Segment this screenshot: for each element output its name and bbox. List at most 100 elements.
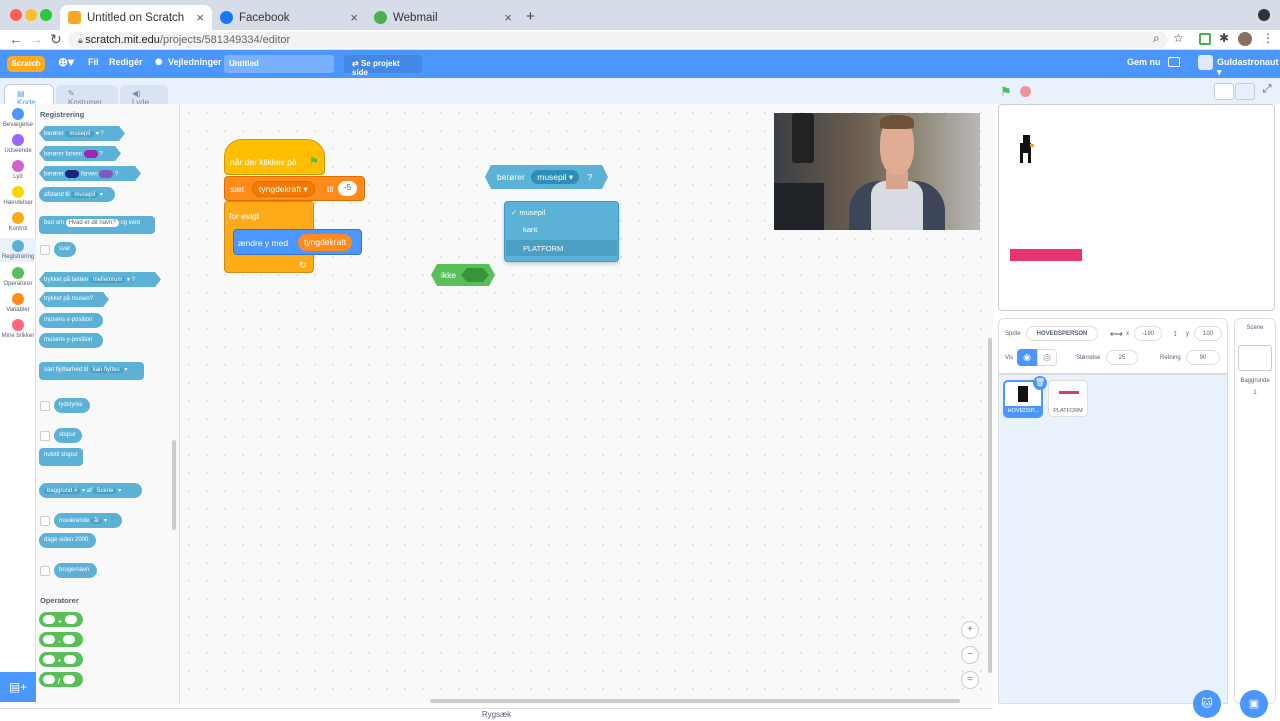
- fullscreen-icon[interactable]: ⤢: [1258, 83, 1276, 100]
- timer-checkbox[interactable]: [40, 431, 50, 441]
- answer-reporter[interactable]: svar: [54, 242, 76, 257]
- see-project-button[interactable]: ⇄ Se projekt side: [344, 55, 422, 77]
- user-menu[interactable]: Guldastronaut ▾: [1217, 57, 1280, 78]
- category-control[interactable]: Kontrol: [0, 212, 36, 232]
- browser-tab-facebook[interactable]: Facebook ×: [212, 5, 366, 30]
- maximize-window-icon[interactable]: [40, 9, 52, 21]
- timer-reporter[interactable]: stopur: [54, 428, 82, 443]
- current-checkbox[interactable]: [40, 516, 50, 526]
- current-year-reporter[interactable]: nuværende år ▾: [54, 513, 122, 528]
- workspace-vertical-scrollbar[interactable]: [988, 338, 992, 673]
- key-pressed-block[interactable]: trykket på tasten mellemrum ▾ ?: [39, 272, 161, 287]
- reload-icon[interactable]: ↻: [50, 31, 62, 48]
- zoom-lens-icon[interactable]: ⌕: [1153, 31, 1160, 46]
- large-stage-icon[interactable]: [1235, 83, 1255, 100]
- add-sprite-cat-icon[interactable]: 🐱︎: [1193, 690, 1221, 718]
- green-flag-run-icon[interactable]: ⚑: [1000, 84, 1012, 100]
- category-motion[interactable]: Bevægelse: [0, 108, 36, 128]
- show-sprite-eye-icon[interactable]: ◉: [1017, 349, 1037, 366]
- browser-tab-scratch[interactable]: Untitled on Scratch ×: [60, 5, 212, 30]
- not-slot[interactable]: [461, 268, 489, 282]
- username-reporter[interactable]: brugernavn: [54, 563, 97, 578]
- menu-file[interactable]: Fil: [88, 57, 99, 67]
- dropdown-option-edge[interactable]: kant: [523, 225, 537, 234]
- set-value-input[interactable]: -5: [338, 181, 358, 196]
- color-touching-block[interactable]: berører farven ?: [39, 166, 141, 181]
- y-position-input[interactable]: 100: [1194, 326, 1222, 341]
- set-variable-block[interactable]: sæt tyngdekraft ▾ til -5: [224, 176, 365, 201]
- stop-icon[interactable]: [1020, 86, 1031, 97]
- category-my-blocks[interactable]: Mine brikker: [0, 319, 36, 339]
- username-checkbox[interactable]: [40, 566, 50, 576]
- mouse-y-reporter[interactable]: musens y-position: [39, 333, 103, 348]
- category-looks[interactable]: Udseende: [0, 134, 36, 154]
- set-drag-mode-block[interactable]: sæt flytbarhed til kan flyttes ▾: [39, 362, 144, 380]
- days-since-reporter[interactable]: dage siden 2000: [39, 533, 96, 548]
- touching-menu[interactable]: musepil ▾: [531, 170, 579, 184]
- hide-sprite-eye-icon[interactable]: ◎: [1037, 349, 1057, 366]
- distance-to-block[interactable]: afstand til musepil ▾: [39, 187, 115, 202]
- loudness-checkbox[interactable]: [40, 401, 50, 411]
- category-sensing[interactable]: Registrering: [0, 238, 36, 262]
- mouse-down-block[interactable]: trykket på musen?: [39, 292, 109, 307]
- not-operator-block[interactable]: ikke: [431, 264, 495, 286]
- tab-costumes[interactable]: ✎ Kostumer: [56, 85, 118, 107]
- category-variables[interactable]: Variabler: [0, 293, 36, 313]
- divide-operator-block[interactable]: /: [39, 672, 83, 687]
- puzzle-extensions-icon[interactable]: ✱: [1219, 31, 1229, 45]
- touching-color-block[interactable]: berører farven ?: [39, 146, 121, 161]
- backdrop-of-block[interactable]: baggrund # ▾ af Scene ▾: [39, 483, 142, 498]
- scratch-logo[interactable]: Scratch: [7, 56, 45, 72]
- palette-scrollbar[interactable]: [172, 440, 176, 530]
- browser-menu-icon[interactable]: [1258, 9, 1270, 21]
- add-backdrop-icon[interactable]: ▣: [1240, 690, 1268, 718]
- more-icon[interactable]: ⋮: [1262, 31, 1274, 45]
- when-flag-clicked-hat[interactable]: når der klikkes på ⚑: [224, 139, 325, 175]
- delete-sprite-icon[interactable]: 🗑︎: [1033, 376, 1047, 390]
- close-tab-icon[interactable]: ×: [196, 10, 204, 25]
- touching-floating-block[interactable]: berører musepil ▾ ?: [485, 165, 608, 189]
- backdrop-thumb[interactable]: [1238, 345, 1272, 371]
- browser-tab-webmail[interactable]: Webmail ×: [366, 5, 520, 30]
- workspace-horizontal-scrollbar[interactable]: [430, 699, 960, 703]
- project-title-input[interactable]: Untitled: [224, 55, 334, 73]
- touching-block[interactable]: berører musepil ▾ ?: [39, 126, 125, 141]
- category-sound[interactable]: Lyd: [0, 160, 36, 180]
- url-field[interactable]: 🔒︎ scratch.mit.edu/projects/581349334/ed…: [68, 32, 1168, 48]
- add-operator-block[interactable]: +: [39, 612, 83, 627]
- dropdown-option-platform[interactable]: PLATFORM: [506, 240, 617, 256]
- tutorials-bulb-icon[interactable]: ✺: [155, 57, 163, 68]
- close-tab-icon[interactable]: ×: [504, 10, 512, 25]
- change-y-block[interactable]: ændre y med tyngdekraft: [233, 229, 362, 255]
- mouse-x-reporter[interactable]: musens x-position: [39, 313, 103, 328]
- dropdown-option-mouse[interactable]: ✓ musepil: [511, 208, 545, 217]
- close-window-icon[interactable]: [10, 9, 22, 21]
- language-globe-icon[interactable]: ⊕▾: [58, 55, 74, 69]
- minimize-window-icon[interactable]: [25, 9, 37, 21]
- tab-code[interactable]: ▤ Kode: [4, 84, 54, 107]
- gravity-variable-reporter[interactable]: tyngdekraft: [298, 234, 353, 251]
- multiply-operator-block[interactable]: *: [39, 652, 83, 667]
- new-tab-icon[interactable]: +: [526, 8, 535, 25]
- user-avatar[interactable]: [1198, 55, 1213, 70]
- variable-dropdown[interactable]: tyngdekraft ▾: [252, 181, 315, 197]
- extension-icon[interactable]: [1199, 33, 1211, 45]
- bookmark-star-icon[interactable]: ☆: [1173, 31, 1184, 45]
- category-events[interactable]: Hændelser: [0, 186, 36, 206]
- answer-checkbox[interactable]: [40, 245, 50, 255]
- menu-edit[interactable]: Redigér: [109, 57, 143, 67]
- backpack-bar[interactable]: Rygsæk: [0, 708, 993, 720]
- x-position-input[interactable]: -190: [1134, 326, 1162, 341]
- menu-tutorials[interactable]: Vejledninger: [168, 57, 222, 67]
- size-input[interactable]: 25: [1106, 350, 1138, 365]
- zoom-out-icon[interactable]: −: [961, 646, 979, 664]
- stage-canvas[interactable]: [998, 104, 1275, 311]
- zoom-reset-icon[interactable]: =: [961, 671, 979, 689]
- direction-input[interactable]: 90: [1186, 350, 1220, 365]
- subtract-operator-block[interactable]: -: [39, 632, 83, 647]
- tab-sounds[interactable]: ◀) Lyde: [120, 85, 168, 107]
- forward-icon[interactable]: →: [29, 31, 43, 47]
- ask-and-wait-block[interactable]: bed om Hvad er dit navn? og vent: [39, 216, 155, 234]
- save-now-button[interactable]: Gem nu: [1127, 57, 1161, 67]
- add-extension-button[interactable]: ▤+: [0, 672, 36, 702]
